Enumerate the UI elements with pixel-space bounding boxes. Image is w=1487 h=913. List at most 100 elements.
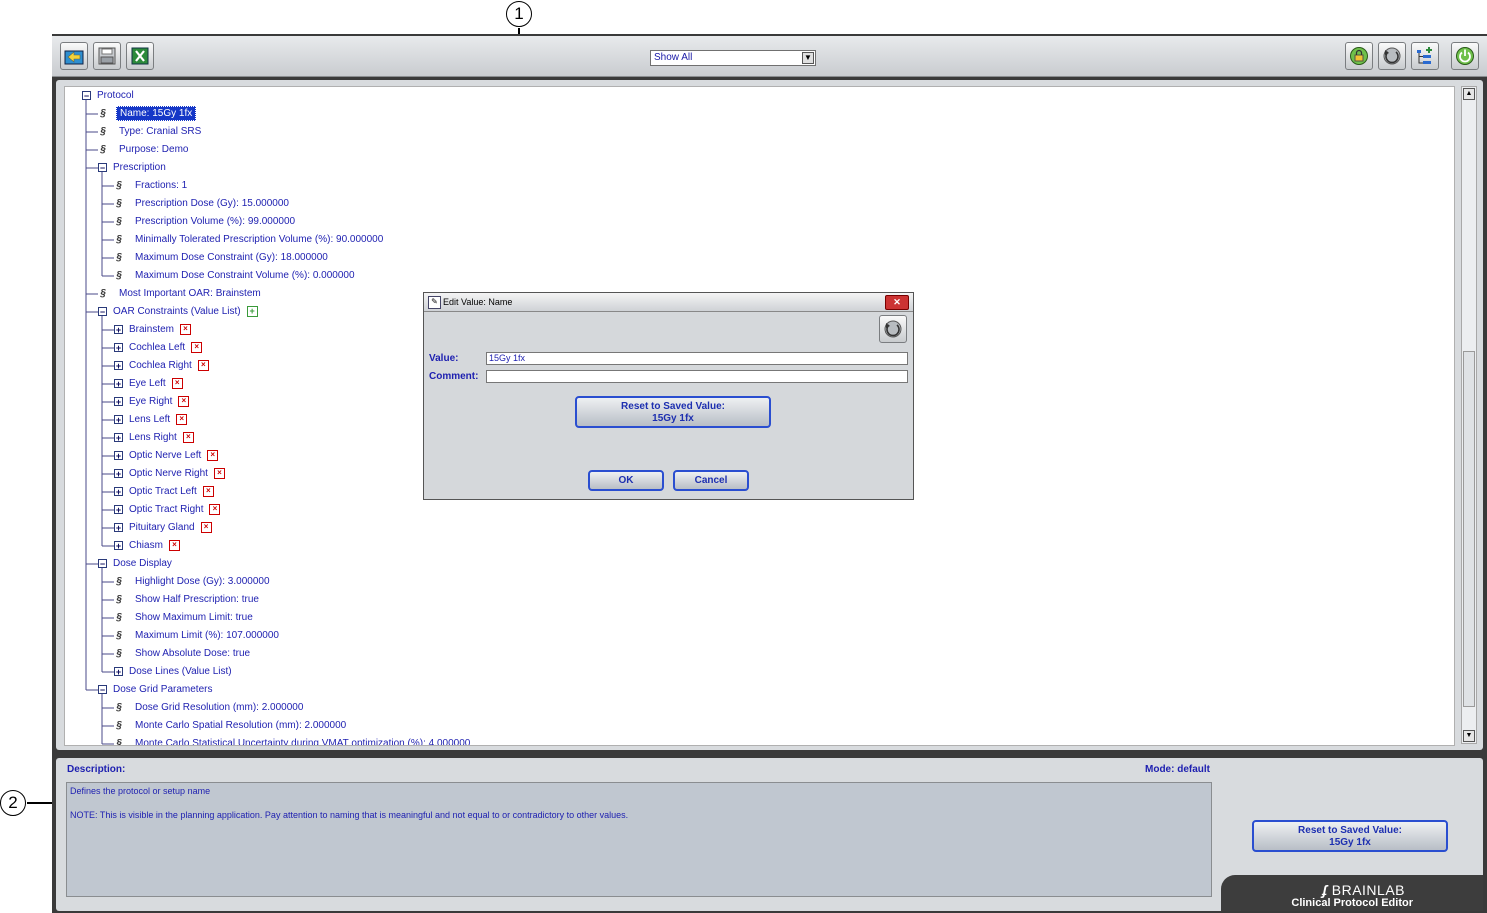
collapse-icon[interactable]: − (98, 306, 107, 316)
expand-icon[interactable]: + (114, 504, 123, 514)
tree-group-item[interactable]: + Lens Left × (114, 411, 188, 429)
tree-leaf-item[interactable]: § Prescription Dose (Gy): 15.000000 (114, 195, 292, 213)
expand-icon[interactable]: + (114, 468, 123, 478)
delete-icon[interactable]: × (200, 521, 212, 533)
power-button[interactable] (1451, 42, 1479, 70)
reset-saved-value-button[interactable]: Reset to Saved Value: 15Gy 1fx (1252, 820, 1448, 852)
tree-leaf-item[interactable]: § Monte Carlo Statistical Uncertainty dur… (114, 735, 473, 745)
expand-icon[interactable]: + (114, 378, 123, 388)
cancel-button[interactable]: Cancel (673, 470, 749, 491)
tree-leaf-item[interactable]: § Show Half Prescription: true (114, 591, 262, 609)
tree-item-label: Purpose: Demo (119, 144, 189, 155)
tree-group-item[interactable]: − OAR Constraints (Value List) + (98, 303, 258, 321)
expand-icon[interactable]: + (114, 324, 123, 334)
tree-leaf-item[interactable]: § Monte Carlo Spatial Resolution (mm): 2.… (114, 717, 349, 735)
close-button[interactable]: ✕ (885, 295, 909, 310)
lock-icon (1350, 47, 1368, 65)
brand-name: BRAINLAB (1331, 882, 1405, 898)
tree-group-item[interactable]: + Optic Nerve Right × (114, 465, 225, 483)
delete-icon[interactable]: × (182, 431, 194, 443)
tree-group-item[interactable]: − Dose Display (98, 555, 175, 573)
expand-icon[interactable]: + (114, 414, 123, 424)
tree-group-item[interactable]: + Eye Left × (114, 375, 183, 393)
expand-icon[interactable]: + (114, 432, 123, 442)
dialog-reset-icon-button[interactable] (879, 315, 907, 343)
filter-dropdown[interactable]: Show All ▼ (650, 50, 816, 66)
tree-group-item[interactable]: + Cochlea Right × (114, 357, 209, 375)
expand-icon[interactable]: + (114, 486, 123, 496)
tree-group-item[interactable]: + Eye Right × (114, 393, 190, 411)
tree-group-item[interactable]: + Lens Right × (114, 429, 194, 447)
collapse-icon[interactable]: − (98, 684, 107, 694)
tree-leaf-item[interactable]: § Minimally Tolerated Prescription Volume… (114, 231, 386, 249)
tree-leaf-item[interactable]: § Dose Grid Resolution (mm): 2.000000 (114, 699, 306, 717)
tree-leaf-item[interactable]: § Maximum Dose Constraint (Gy): 18.000000 (114, 249, 331, 267)
dialog-reset-saved-value-button[interactable]: Reset to Saved Value: 15Gy 1fx (575, 396, 771, 428)
expand-icon[interactable]: + (114, 342, 123, 352)
tree-group-item[interactable]: + Optic Tract Left × (114, 483, 214, 501)
tree-leaf-item[interactable]: § Show Absolute Dose: true (114, 645, 253, 663)
tree-leaf-item[interactable]: § Purpose: Demo (98, 141, 191, 159)
expand-icon[interactable]: + (114, 396, 123, 406)
tree-group-item[interactable]: + Pituitary Gland × (114, 519, 212, 537)
tree-group-item[interactable]: − Dose Grid Parameters (98, 681, 215, 699)
value-leaf-icon: § (116, 234, 122, 245)
expand-icon[interactable]: + (114, 666, 123, 676)
scroll-thumb[interactable] (1463, 351, 1475, 707)
delete-icon[interactable]: × (202, 485, 214, 497)
tree-group-item[interactable]: − Protocol (82, 87, 137, 105)
delete-icon[interactable]: × (168, 539, 180, 551)
delete-icon[interactable]: × (209, 503, 221, 515)
delete-icon[interactable]: × (191, 341, 203, 353)
delete-icon[interactable]: × (197, 359, 209, 371)
open-button[interactable] (60, 42, 88, 70)
value-input[interactable]: 15Gy 1fx (486, 352, 908, 365)
tree-leaf-item[interactable]: § Name: 15Gy 1fx (98, 105, 197, 123)
tree-leaf-item[interactable]: § Type: Cranial SRS (98, 123, 204, 141)
tree-group-item[interactable]: + Dose Lines (Value List) (114, 663, 235, 681)
tree-group-item[interactable]: + Brainstem × (114, 321, 192, 339)
tree-leaf-item[interactable]: § Fractions: 1 (114, 177, 190, 195)
tree-item-label: Optic Nerve Left (129, 450, 202, 461)
delete-icon[interactable]: × (171, 377, 183, 389)
delete-icon[interactable]: × (176, 413, 188, 425)
lock-button[interactable] (1345, 42, 1373, 70)
collapse-icon[interactable]: − (98, 558, 107, 568)
tree-leaf-item[interactable]: § Most Important OAR: Brainstem (98, 285, 264, 303)
scroll-up-icon[interactable]: ▲ (1463, 88, 1475, 100)
ok-button[interactable]: OK (588, 470, 664, 491)
tree-leaf-item[interactable]: § Maximum Limit (%): 107.000000 (114, 627, 282, 645)
delete-icon[interactable]: × (213, 467, 225, 479)
tree-leaf-item[interactable]: § Show Maximum Limit: true (114, 609, 256, 627)
expand-icon[interactable]: + (114, 522, 123, 532)
scroll-down-icon[interactable]: ▼ (1463, 730, 1475, 742)
description-panel: Description: Mode: default Defines the p… (56, 758, 1483, 911)
add-node-button[interactable] (1411, 42, 1439, 70)
expand-icon[interactable]: + (114, 360, 123, 370)
brainlab-logo-icon: ʄ (1322, 882, 1328, 898)
tree-leaf-item[interactable]: § Maximum Dose Constraint Volume (%): 0.0… (114, 267, 358, 285)
tree-leaf-item[interactable]: § Highlight Dose (Gy): 3.000000 (114, 573, 273, 591)
collapse-icon[interactable]: − (98, 162, 107, 172)
delete-icon[interactable]: × (207, 449, 219, 461)
expand-icon[interactable]: + (114, 540, 123, 550)
tree-group-item[interactable]: + Optic Nerve Left × (114, 447, 219, 465)
expand-icon[interactable]: + (114, 450, 123, 460)
dialog-title-bar[interactable]: ✎ Edit Value: Name ✕ (424, 293, 913, 312)
value-leaf-icon: § (100, 288, 106, 299)
add-icon[interactable]: + (246, 305, 258, 317)
reset-button[interactable] (1378, 42, 1406, 70)
tree-group-item[interactable]: − Prescription (98, 159, 169, 177)
save-button[interactable] (93, 42, 121, 70)
export-excel-button[interactable] (126, 42, 154, 70)
collapse-icon[interactable]: − (82, 90, 91, 100)
tree-group-item[interactable]: + Cochlea Left × (114, 339, 203, 357)
tree-group-item[interactable]: + Optic Tract Right × (114, 501, 221, 519)
delete-icon[interactable]: × (180, 323, 192, 335)
delete-icon[interactable]: × (178, 395, 190, 407)
vertical-scrollbar[interactable]: ▲ ▼ (1461, 86, 1477, 744)
comment-input[interactable] (486, 370, 908, 383)
tree-group-item[interactable]: + Chiasm × (114, 537, 180, 555)
tree-leaf-item[interactable]: § Prescription Volume (%): 99.000000 (114, 213, 298, 231)
chevron-down-icon[interactable]: ▼ (802, 52, 814, 64)
